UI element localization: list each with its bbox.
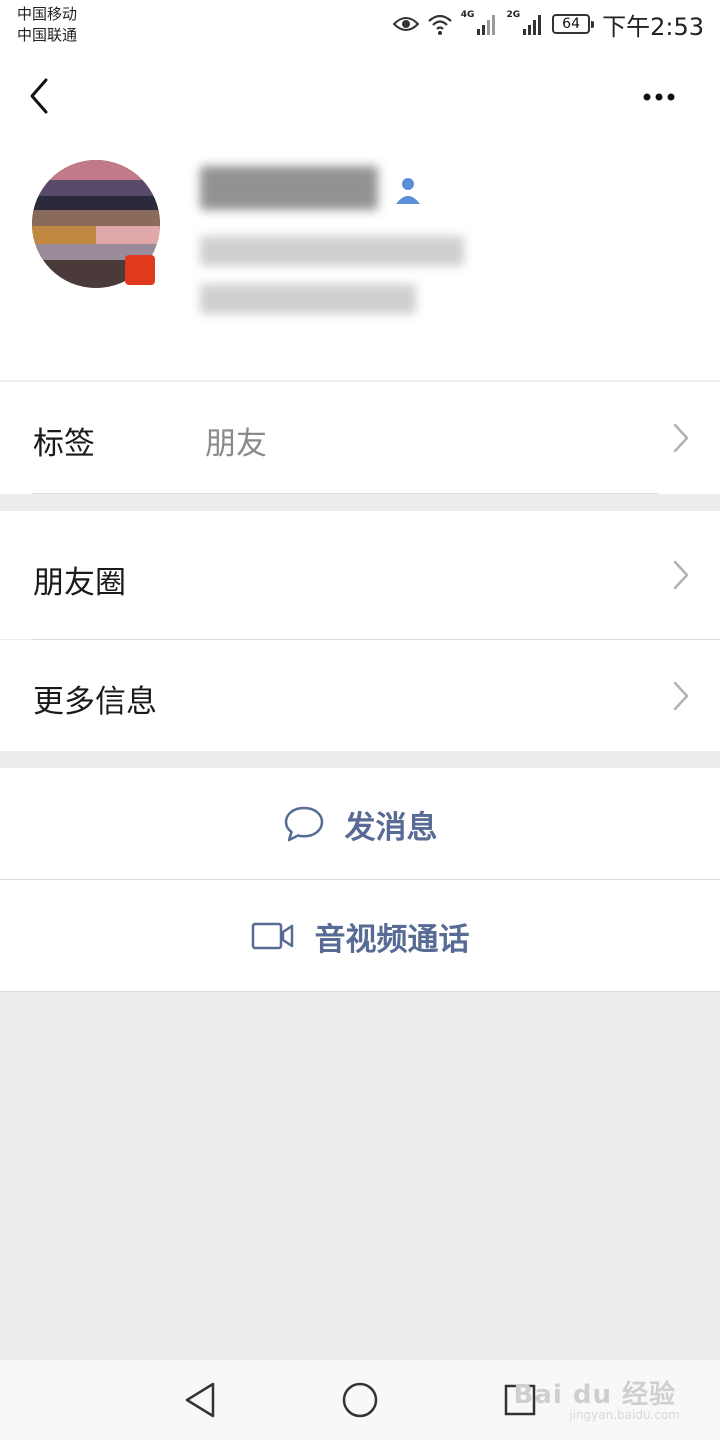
- network-type-2: 2G: [506, 10, 521, 20]
- network-type-1: 4G: [460, 10, 475, 20]
- ellipsis-icon: [643, 93, 675, 101]
- nav-home-button[interactable]: [338, 1378, 382, 1422]
- watermark-url: jingyan.baidu.com: [569, 1408, 680, 1422]
- send-message-label: 发消息: [344, 809, 438, 846]
- region-obscured: [200, 284, 416, 314]
- clock: 下午2:53: [602, 12, 704, 41]
- row-more-info-label: 更多信息: [33, 684, 157, 720]
- more-button[interactable]: [640, 86, 690, 108]
- watermark-logo: Bai du 经验: [513, 1380, 676, 1410]
- profile-header: [0, 50, 720, 380]
- row-more-info[interactable]: 更多信息: [0, 640, 720, 751]
- carrier-1: 中国移动: [17, 5, 78, 23]
- divider: [32, 493, 658, 494]
- video-camera-icon: [251, 922, 293, 950]
- chevron-right-icon: [673, 560, 689, 590]
- nickname-obscured: [200, 166, 378, 210]
- chevron-right-icon: [673, 681, 689, 711]
- row-tags-label: 标签: [33, 426, 95, 462]
- row-moments[interactable]: 朋友圈: [0, 511, 720, 639]
- nav-back-icon: [185, 1382, 215, 1418]
- avatar-badge: [125, 255, 155, 285]
- video-call-label: 音视频通话: [314, 921, 470, 958]
- signal-icon-2: [523, 15, 542, 35]
- chat-bubble-icon: [284, 806, 323, 842]
- carriers: 中国移动 中国联通: [17, 4, 77, 46]
- eye-icon: [392, 17, 419, 31]
- nav-back-button[interactable]: [178, 1378, 222, 1422]
- chevron-right-icon: [673, 423, 689, 453]
- wifi-icon: [428, 14, 452, 35]
- signal-icon-1: [477, 15, 496, 35]
- status-icons: 4G 2G 64 下午2:53: [392, 8, 704, 41]
- row-moments-label: 朋友圈: [33, 565, 126, 601]
- video-call-button[interactable]: 音视频通话: [0, 880, 720, 992]
- chevron-left-icon: [30, 78, 48, 114]
- divider: [0, 991, 720, 992]
- row-tags-value: 朋友: [205, 426, 267, 462]
- row-tags[interactable]: 标签 朋友: [0, 382, 720, 494]
- send-message-button[interactable]: 发消息: [0, 768, 720, 880]
- profile-info: [200, 166, 464, 314]
- status-bar: 中国移动 中国联通 4G 2G 64 下午2:53: [0, 0, 720, 50]
- male-person-icon: [396, 178, 420, 204]
- wechat-id-obscured: [200, 236, 464, 266]
- system-nav-bar: Bai du 经验 jingyan.baidu.com: [0, 1360, 720, 1440]
- back-button[interactable]: [20, 72, 60, 120]
- battery-icon: 64: [552, 14, 595, 34]
- battery-level: 64: [562, 16, 580, 32]
- nav-home-icon: [342, 1382, 378, 1418]
- carrier-2: 中国联通: [17, 26, 78, 44]
- contact-profile-screen: 中国移动 中国联通 4G 2G 64 下午2:53 标签 朋友 朋友圈 更多信息…: [0, 0, 720, 1440]
